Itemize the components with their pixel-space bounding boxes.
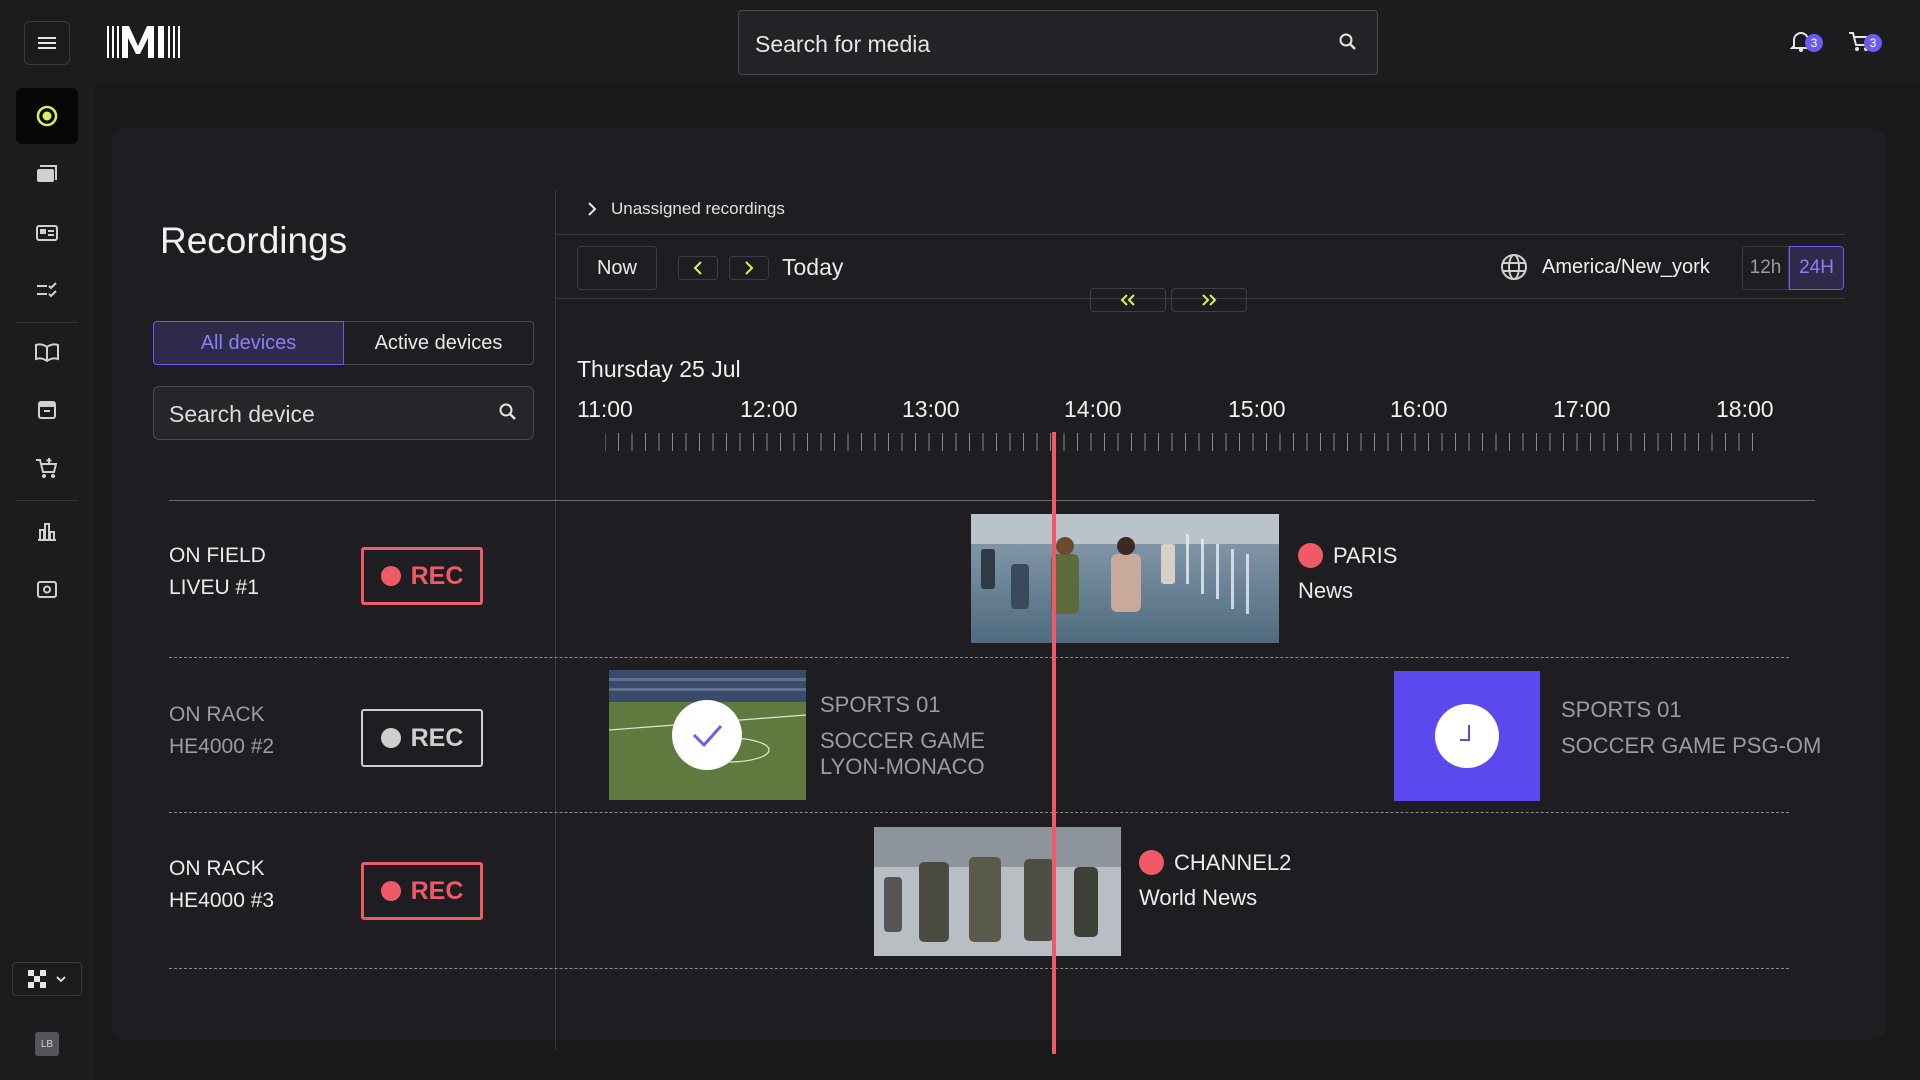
sidebar: LB [0,85,94,1080]
scroll-forward-button[interactable] [1171,288,1247,312]
radio-target-icon [36,105,58,127]
hour-label: 15:00 [1228,396,1286,422]
settings-box-icon [37,581,57,598]
sidebar-item-settings[interactable] [16,561,78,617]
chevron-left-icon [693,261,702,275]
header-separator [169,500,1815,501]
hour-label: 13:00 [902,396,960,422]
device-name: ON RACK HE4000 #2 [169,703,275,758]
now-button[interactable]: Now [577,246,657,290]
lyon-monaco-recording-info[interactable]: SPORTS 01 SOCCER GAME LYON-MONACO [820,692,985,780]
row-separator [169,657,1789,658]
chevron-right-icon [745,261,754,275]
chevron-right-icon [588,202,597,216]
double-chevron-right-icon [1202,294,1217,306]
page-title: Recordings [160,220,348,261]
lyon-monaco-recording-thumbnail[interactable] [609,670,806,800]
sidebar-item-media[interactable] [16,205,78,261]
sidebar-separator [16,500,78,501]
app-logo[interactable] [107,24,189,60]
device-name: ON FIELD LIVEU #1 [169,544,266,599]
cart-button[interactable]: 3 [1848,30,1882,57]
cart-add-icon [36,458,58,478]
search-icon[interactable] [499,403,517,421]
record-dot-icon [380,566,401,586]
search-icon[interactable] [1339,33,1357,51]
media-card-icon [36,225,58,241]
chevron-down-icon [56,976,66,983]
workspace-switcher[interactable] [12,962,82,996]
checkered-icon [28,970,46,988]
notifications-button[interactable]: 3 [1789,30,1823,57]
timezone-selector[interactable]: America/New_york [1500,253,1710,281]
row-separator [169,968,1789,969]
filter-all-devices-button[interactable]: All devices [153,321,344,365]
sidebar-item-recordings[interactable] [16,88,78,144]
timeline-date: Thursday 25 Jul [577,356,741,382]
menu-button[interactable] [24,21,70,65]
book-icon [35,343,59,362]
double-chevron-left-icon [1120,294,1135,306]
archive-icon [38,401,56,419]
notifications-badge: 3 [1805,34,1823,52]
cart-badge: 3 [1864,34,1882,52]
device-search-placeholder: Search device [169,401,315,427]
current-time-indicator [1052,432,1056,1054]
top-bar: Search for media 3 3 [0,0,1920,85]
paris-recording-thumbnail[interactable] [971,514,1279,643]
record-dot-icon [380,728,401,748]
sidebar-item-library[interactable] [16,324,78,380]
clock-icon [1435,704,1499,768]
mode-12h-button[interactable]: 12h [1742,246,1789,290]
psg-om-scheduled-recording[interactable] [1394,671,1540,801]
hour-label: 12:00 [740,396,798,422]
filter-active-devices-button[interactable]: Active devices [344,321,534,365]
record-dot-icon [380,881,401,901]
checklist-icon [37,282,57,298]
world-news-recording-thumbnail[interactable] [874,827,1121,956]
rec-button[interactable]: REC [361,862,483,920]
world-news-recording-info[interactable]: CHANNEL2 World News [1139,845,1291,915]
hour-label: 16:00 [1390,396,1448,422]
device-name: ON RACK HE4000 #3 [169,857,275,912]
device-search-input[interactable]: Search device [153,386,534,440]
media-search-input[interactable]: Search for media [738,10,1378,75]
hour-label: 11:00 [577,396,633,422]
previous-day-button[interactable] [678,256,718,280]
sidebar-item-archive[interactable] [16,382,78,438]
hour-label: 14:00 [1064,396,1122,422]
mode-24h-button[interactable]: 24H [1789,246,1844,290]
timeline-divider [555,190,556,1050]
media-search-placeholder: Search for media [755,31,931,57]
sidebar-item-analytics[interactable] [16,503,78,559]
rec-button[interactable]: REC [361,547,483,605]
sidebar-item-orders[interactable] [16,440,78,496]
row-separator [169,812,1789,813]
live-dot-icon [1139,850,1164,875]
hour-label: 18:00 [1716,396,1774,422]
user-avatar[interactable]: LB [35,1032,59,1056]
timeline-ruler [605,433,1753,451]
sidebar-item-tasks[interactable] [16,263,78,319]
psg-om-recording-info[interactable]: SPORTS 01 SOCCER GAME PSG-OM [1561,692,1821,764]
scroll-back-button[interactable] [1090,288,1166,312]
bar-chart-icon [38,523,56,541]
timezone-label: America/New_york [1542,255,1710,278]
globe-icon [1501,254,1527,280]
unassigned-recordings-toggle[interactable]: Unassigned recordings [587,199,785,219]
divider [555,234,1845,235]
live-dot-icon [1298,543,1323,568]
sidebar-item-folders[interactable] [16,146,78,202]
sidebar-separator [16,322,78,323]
next-day-button[interactable] [729,256,769,280]
paris-recording-info[interactable]: PARIS News [1298,538,1397,608]
folder-icon [37,165,57,182]
today-label: Today [782,254,844,280]
rec-button[interactable]: REC [361,709,483,767]
hour-label: 17:00 [1553,396,1611,422]
unassigned-recordings-label: Unassigned recordings [611,199,785,218]
hamburger-icon [38,37,56,49]
